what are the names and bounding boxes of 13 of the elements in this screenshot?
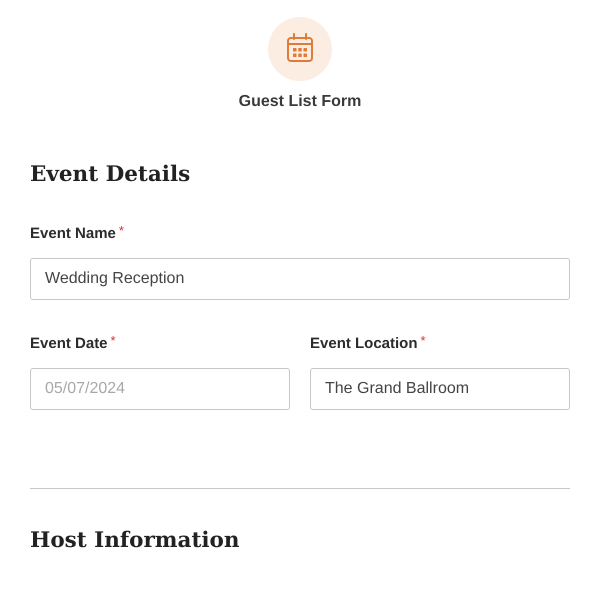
- field-label: Event Name: [30, 224, 116, 244]
- section-heading: Event Details: [30, 161, 190, 189]
- form-title: Guest List Form: [238, 92, 362, 112]
- input-field[interactable]: 05/07/2024: [30, 368, 290, 410]
- required-mark: *: [110, 334, 116, 348]
- field-label: Event Date: [30, 334, 108, 354]
- input-field[interactable]: The Grand Ballroom: [310, 368, 570, 410]
- calendar-icon: [268, 17, 332, 81]
- required-mark: *: [118, 224, 124, 238]
- field-label: Event Location: [310, 334, 418, 354]
- input-field[interactable]: Wedding Reception: [30, 258, 570, 300]
- required-mark: *: [420, 334, 426, 348]
- section-heading: Host Information: [30, 527, 240, 555]
